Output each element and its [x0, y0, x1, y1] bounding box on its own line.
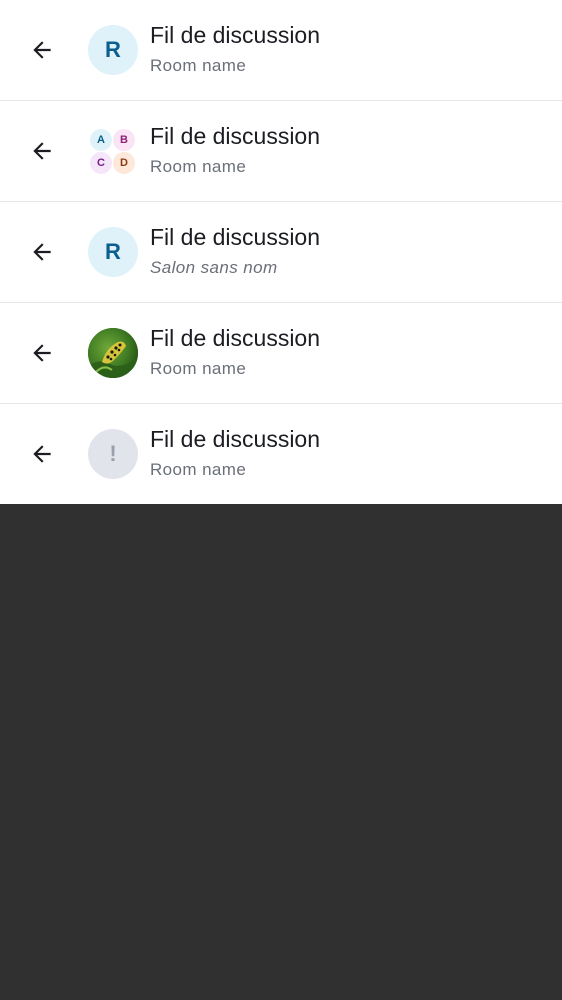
back-button[interactable]: [24, 234, 60, 270]
avatar-letter: R: [105, 239, 121, 264]
avatar-letter: C: [90, 152, 112, 174]
arrow-left-icon: [33, 243, 51, 261]
arrow-left-icon: [33, 142, 51, 160]
thread-title: Fil de discussion: [150, 22, 321, 48]
thread-row[interactable]: A B C D Fil de discussion Room name: [0, 101, 562, 202]
thread-row[interactable]: R Fil de discussion Room name: [0, 0, 562, 101]
thread-row[interactable]: ! Fil de discussion Room name: [0, 404, 562, 504]
back-button[interactable]: [24, 335, 60, 371]
caterpillar-photo: [88, 328, 138, 378]
room-name: Room name: [150, 460, 247, 479]
room-name: Room name: [150, 56, 247, 75]
arrow-left-icon: [33, 445, 51, 463]
avatar-letter: D: [113, 152, 135, 174]
thread-title: Fil de discussion: [150, 224, 321, 250]
back-button[interactable]: [24, 133, 60, 169]
room-avatar-unknown: !: [88, 429, 138, 479]
avatar-letter: R: [105, 37, 121, 62]
thread-row[interactable]: Fil de discussion Room name: [0, 303, 562, 404]
room-name: Room name: [150, 359, 247, 378]
arrow-left-icon: [33, 41, 51, 59]
room-avatar: R: [88, 25, 138, 75]
back-button[interactable]: [24, 32, 60, 68]
room-avatar-multi: A B C D: [88, 126, 138, 176]
thread-list: R Fil de discussion Room name A B C D Fi…: [0, 0, 562, 504]
thread-title: Fil de discussion: [150, 325, 321, 351]
room-name: Room name: [150, 157, 247, 176]
thread-title: Fil de discussion: [150, 123, 321, 149]
room-avatar: R: [88, 227, 138, 277]
thread-title: Fil de discussion: [150, 426, 321, 452]
room-name: Salon sans nom: [150, 258, 278, 277]
back-button[interactable]: [24, 436, 60, 472]
avatar-letter: B: [113, 129, 135, 151]
room-avatar-photo: [88, 328, 138, 378]
arrow-left-icon: [33, 344, 51, 362]
exclamation-icon: !: [109, 441, 117, 466]
avatar-letter: A: [90, 129, 112, 151]
thread-row[interactable]: R Fil de discussion Salon sans nom: [0, 202, 562, 303]
